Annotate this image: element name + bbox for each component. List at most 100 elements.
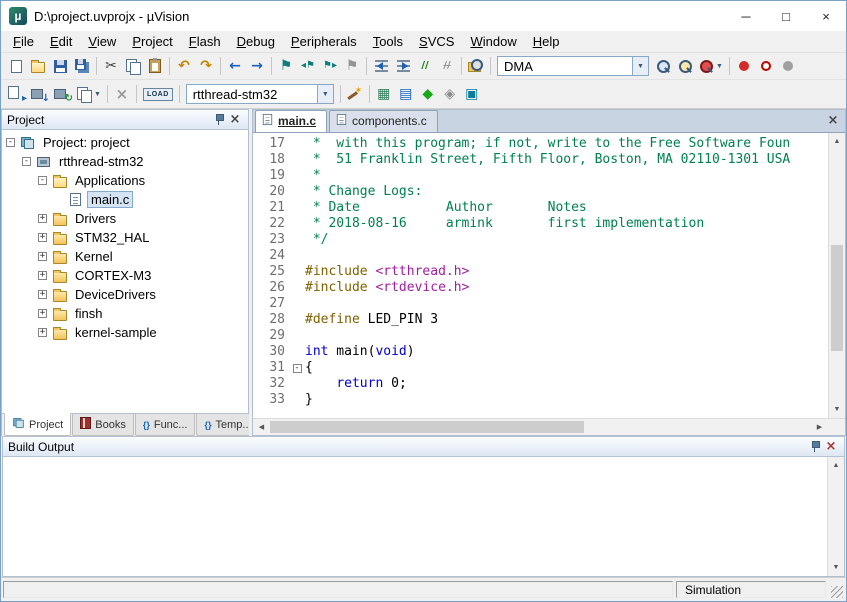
horizontal-scroll-thumb[interactable] xyxy=(270,421,584,433)
scroll-up-icon[interactable]: ▲ xyxy=(828,457,844,474)
scroll-down-icon[interactable]: ▼ xyxy=(828,559,844,576)
tree-item-main-c[interactable]: main.c xyxy=(2,190,248,209)
editor-horizontal-scrollbar[interactable]: ◀ ▶ xyxy=(253,418,828,435)
navigate-back-icon[interactable]: ← xyxy=(224,55,246,77)
build-output-scroll-track[interactable] xyxy=(828,474,844,559)
search-combo-dropdown-icon[interactable]: ▼ xyxy=(632,57,648,75)
collapse-icon[interactable]: - xyxy=(22,157,31,166)
collapse-icon[interactable]: - xyxy=(6,138,15,147)
pin-icon[interactable] xyxy=(211,112,227,128)
menu-file[interactable]: File xyxy=(5,32,42,51)
navigate-forward-icon[interactable]: → xyxy=(246,55,268,77)
build-output-content[interactable] xyxy=(3,457,827,576)
collapse-icon[interactable]: - xyxy=(38,176,47,185)
tree-item-rtthread-stm32[interactable]: -rtthread-stm32 xyxy=(2,152,248,171)
tree-item-project-project[interactable]: -Project: project xyxy=(2,133,248,152)
incremental-find-icon[interactable] xyxy=(674,55,696,77)
comment-selection-icon[interactable]: // xyxy=(414,55,436,77)
menu-help[interactable]: Help xyxy=(525,32,568,51)
expand-icon[interactable]: + xyxy=(38,309,47,318)
menu-svcs[interactable]: SVCS xyxy=(411,32,462,51)
paste-icon[interactable] xyxy=(144,55,166,77)
panel-tab-project[interactable]: Project xyxy=(4,413,71,436)
editor-vertical-scrollbar[interactable]: ▲ ▼ xyxy=(828,133,845,418)
vertical-scroll-track[interactable] xyxy=(829,150,845,401)
panel-tab-func[interactable]: {}Func... xyxy=(135,414,196,436)
disable-breakpoint-icon[interactable] xyxy=(755,55,777,77)
code-editor[interactable]: 17 * with this program; if not, write to… xyxy=(253,133,828,418)
panel-tab-books[interactable]: Books xyxy=(72,414,134,436)
file-extensions-icon[interactable]: ▤ xyxy=(395,83,417,105)
stop-build-icon[interactable]: × xyxy=(111,83,133,105)
tree-item-applications[interactable]: -Applications xyxy=(2,171,248,190)
menu-edit[interactable]: Edit xyxy=(42,32,80,51)
vertical-scroll-thumb[interactable] xyxy=(831,245,843,350)
indent-icon[interactable] xyxy=(392,55,414,77)
toggle-bookmark-icon[interactable]: ⚑ xyxy=(275,55,297,77)
scroll-down-icon[interactable]: ▼ xyxy=(829,401,845,418)
expand-icon[interactable]: + xyxy=(38,252,47,261)
editor-close-icon[interactable]: × xyxy=(825,112,841,128)
editor-tab-components-c[interactable]: components.c xyxy=(329,110,438,132)
tree-item-devicedrivers[interactable]: +DeviceDrivers xyxy=(2,285,248,304)
menu-project[interactable]: Project xyxy=(124,32,180,51)
find-in-files-icon[interactable] xyxy=(465,55,487,77)
tree-item-cortex-m3[interactable]: +CORTEX-M3 xyxy=(2,266,248,285)
save-icon[interactable] xyxy=(49,55,71,77)
kill-breakpoints-icon[interactable] xyxy=(777,55,799,77)
editor-tab-main-c[interactable]: main.c xyxy=(255,110,327,132)
scroll-right-icon[interactable]: ▶ xyxy=(811,419,828,435)
project-panel-close-icon[interactable]: × xyxy=(227,112,243,128)
pin-icon[interactable] xyxy=(807,439,823,455)
tree-item-kernel-sample[interactable]: +kernel-sample xyxy=(2,323,248,342)
maximize-button[interactable]: □ xyxy=(766,1,806,31)
build-output-close-icon[interactable]: × xyxy=(823,439,839,455)
menu-view[interactable]: View xyxy=(80,32,124,51)
search-combo[interactable]: DMA▼ xyxy=(497,56,649,76)
clear-bookmarks-icon[interactable]: ⚑ xyxy=(341,55,363,77)
target-select-dropdown-icon[interactable]: ▼ xyxy=(317,85,333,103)
expand-icon[interactable]: + xyxy=(38,233,47,242)
close-button[interactable]: × xyxy=(806,1,846,31)
expand-icon[interactable]: + xyxy=(38,328,47,337)
batch-build-icon[interactable]: ▼ xyxy=(74,83,104,105)
rebuild-icon[interactable]: ↻ xyxy=(51,83,74,105)
download-icon[interactable]: LOAD xyxy=(140,83,176,105)
scroll-left-icon[interactable]: ◀ xyxy=(253,419,270,435)
search-files-icon[interactable] xyxy=(652,55,674,77)
manage-project-items-icon[interactable]: ▦ xyxy=(373,83,395,105)
undo-icon[interactable]: ↶ xyxy=(173,55,195,77)
expand-icon[interactable]: + xyxy=(38,271,47,280)
expand-icon[interactable]: + xyxy=(38,290,47,299)
menu-debug[interactable]: Debug xyxy=(229,32,283,51)
translate-icon[interactable]: ▸ xyxy=(5,83,28,105)
new-file-icon[interactable] xyxy=(5,55,27,77)
menu-tools[interactable]: Tools xyxy=(365,32,411,51)
open-file-icon[interactable] xyxy=(27,55,49,77)
target-select[interactable]: rtthread-stm32▼ xyxy=(186,84,334,104)
web-search-icon[interactable]: ▼ xyxy=(696,55,726,77)
options-for-target-icon[interactable] xyxy=(344,83,366,105)
uncomment-selection-icon[interactable]: // xyxy=(436,55,458,77)
cut-icon[interactable]: ✂ xyxy=(100,55,122,77)
previous-bookmark-icon[interactable]: ◂⚑ xyxy=(297,55,319,77)
tree-item-stm32-hal[interactable]: +STM32_HAL xyxy=(2,228,248,247)
pack-installer-icon[interactable]: ▣ xyxy=(461,83,483,105)
select-software-packs-icon[interactable]: ◈ xyxy=(439,83,461,105)
menu-peripherals[interactable]: Peripherals xyxy=(283,32,365,51)
unindent-icon[interactable] xyxy=(370,55,392,77)
insert-breakpoint-icon[interactable] xyxy=(733,55,755,77)
save-all-icon[interactable] xyxy=(71,55,93,77)
redo-icon[interactable]: ↷ xyxy=(195,55,217,77)
minimize-button[interactable]: ─ xyxy=(726,1,766,31)
tree-item-drivers[interactable]: +Drivers xyxy=(2,209,248,228)
manage-rte-icon[interactable]: ◆ xyxy=(417,83,439,105)
build-output-scrollbar[interactable]: ▲ ▼ xyxy=(827,457,844,576)
resize-grip-icon[interactable] xyxy=(829,581,843,598)
tree-item-finsh[interactable]: +finsh xyxy=(2,304,248,323)
tree-item-kernel[interactable]: +Kernel xyxy=(2,247,248,266)
expand-icon[interactable]: + xyxy=(38,214,47,223)
fold-toggle-icon[interactable]: - xyxy=(293,364,302,373)
next-bookmark-icon[interactable]: ⚑▸ xyxy=(319,55,341,77)
build-icon[interactable]: ↓ xyxy=(28,83,51,105)
